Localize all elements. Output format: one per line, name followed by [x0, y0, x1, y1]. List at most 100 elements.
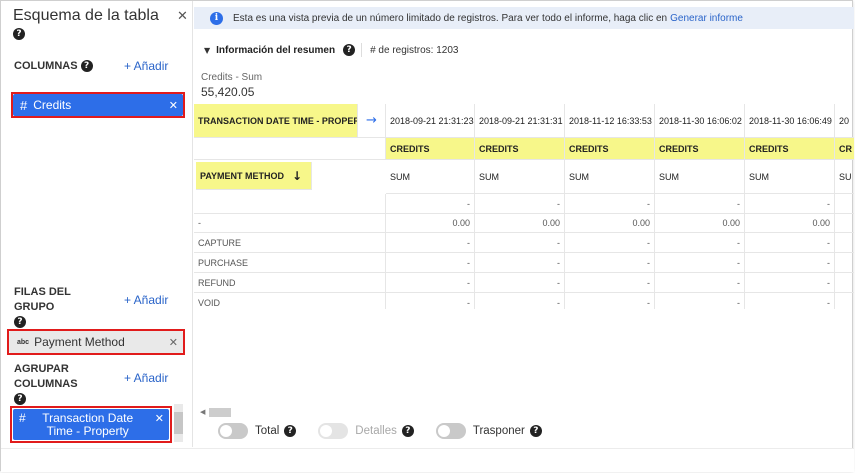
table-cell: - — [835, 213, 854, 233]
aggregation-header: SUM — [655, 160, 745, 194]
toggle-transpose-label: Trasponer — [472, 425, 525, 437]
help-icon[interactable]: ? — [80, 60, 93, 73]
measure-header[interactable]: CREDITS — [655, 138, 745, 160]
summary-bar: ▼ Información del resumen ? # de registr… — [194, 41, 854, 59]
help-icon[interactable]: ? — [401, 425, 414, 437]
table-cell: - — [475, 273, 565, 293]
toggle-details-switch — [318, 423, 349, 439]
table-cell: - — [475, 194, 565, 214]
aggregation-header: SUM — [745, 160, 835, 194]
info-icon: i — [210, 11, 223, 25]
table-cell: - — [386, 273, 475, 293]
sidebar-title: Esquema de la tabla ? — [13, 7, 159, 40]
column-date-header[interactable]: 2018-11-12 16:33:53 — [565, 104, 655, 138]
sort-down-icon[interactable]: ↓ — [292, 169, 302, 183]
report-preview: i Esta es una vista previa de un número … — [194, 1, 854, 447]
table-cell: - — [386, 194, 475, 214]
table-cell: 0.00 — [386, 213, 475, 233]
display-toggles: Total? Detalles? Trasponer? — [218, 423, 542, 439]
record-count: # de registros: 1203 — [370, 44, 459, 56]
table-cell: 0.00 — [655, 213, 745, 233]
column-date-header[interactable]: 2018-11-30 16:06:49 — [745, 104, 835, 138]
arrow-right-icon[interactable]: → — [358, 104, 386, 138]
scroll-left-icon[interactable]: ◀ — [200, 408, 205, 416]
measure-header[interactable]: CREDITS — [475, 138, 565, 160]
column-field-label: TRANSACTION DATE TIME - PROPERTY — [198, 115, 358, 126]
add-group-row-button[interactable]: + Añadir — [124, 293, 168, 307]
row-field-header[interactable]: PAYMENT METHOD ↓ — [196, 162, 312, 190]
footer-bar — [1, 448, 854, 472]
report-window: Esquema de la tabla ? ✕ COLUMNAS ? + Aña… — [0, 0, 854, 472]
table-cell: - — [386, 233, 475, 253]
summary-toggle[interactable]: Información del resumen — [216, 45, 335, 56]
info-message: Esta es una vista previa de un número li… — [233, 12, 668, 24]
table-cell: - — [745, 194, 835, 214]
table-cell: - — [835, 233, 854, 253]
toggle-total-switch[interactable] — [218, 423, 248, 439]
table-cell: - — [745, 233, 835, 253]
table-cell: - — [655, 273, 745, 293]
help-icon[interactable]: ? — [343, 44, 356, 56]
table-cell: - — [475, 233, 565, 253]
table-cell: - — [655, 194, 745, 214]
info-banner: i Esta es una vista previa de un número … — [194, 7, 854, 29]
table-cell: - — [475, 253, 565, 273]
row-label: - — [194, 213, 386, 233]
row-label: PURCHASE — [194, 253, 386, 273]
row-label: VOID — [194, 293, 386, 309]
table-cell: - — [835, 273, 854, 293]
row-label — [194, 194, 386, 214]
group-columns-section-heading: AGRUPAR COLUMNAS ? — [14, 363, 78, 406]
measure-header[interactable]: CREDITS — [386, 138, 475, 160]
horizontal-scrollbar[interactable]: ◀ — [200, 408, 850, 417]
table-cell: - — [475, 293, 565, 309]
column-field-header[interactable]: TRANSACTION DATE TIME - PROPERTY — [194, 104, 358, 138]
pivot-table: TRANSACTION DATE TIME - PROPERTY → PAYMENT… — [194, 104, 854, 309]
table-cell: - — [835, 293, 854, 309]
divider — [361, 43, 363, 57]
column-date-header[interactable]: 2018-09-21 21:31:23 — [386, 104, 475, 138]
help-icon[interactable]: ? — [14, 393, 26, 406]
table-cell: - — [835, 194, 854, 214]
row-label: CAPTURE — [194, 233, 386, 253]
toggle-transpose-switch[interactable] — [435, 423, 466, 439]
chevron-down-icon[interactable]: ▼ — [204, 46, 210, 55]
measure-header[interactable]: CR — [835, 138, 854, 160]
help-icon[interactable]: ? — [284, 425, 297, 437]
group-rows-section-heading: FILAS DEL GRUPO ? — [14, 286, 71, 329]
table-cell: - — [565, 194, 655, 214]
add-column-button[interactable]: + Añadir — [124, 59, 168, 73]
table-cell: - — [386, 253, 475, 273]
empty-header-cell — [194, 138, 386, 160]
close-sidebar-icon[interactable]: ✕ — [177, 9, 188, 24]
table-cell: 0.00 — [565, 213, 655, 233]
column-date-header[interactable]: 20 — [835, 104, 854, 138]
column-date-header[interactable]: 2018-09-21 21:31:31 — [475, 104, 565, 138]
toggle-details-label: Detalles — [355, 425, 397, 437]
measure-header[interactable]: CREDITS — [565, 138, 655, 160]
table-cell: - — [565, 293, 655, 309]
toggle-total-label: Total — [255, 425, 280, 437]
table-cell: - — [655, 233, 745, 253]
aggregation-header: SU — [835, 160, 854, 194]
scrollbar-thumb[interactable] — [174, 412, 183, 434]
column-date-header[interactable]: 2018-11-30 16:06:02 — [655, 104, 745, 138]
columns-section-heading: COLUMNAS ? — [14, 59, 93, 74]
help-icon[interactable]: ? — [13, 27, 25, 40]
help-icon[interactable]: ? — [529, 425, 542, 437]
add-group-column-button[interactable]: + Añadir — [124, 371, 168, 385]
aggregation-header: SUM — [565, 160, 655, 194]
highlight-frame — [7, 329, 185, 355]
measure-header[interactable]: CREDITS — [745, 138, 835, 160]
scrollbar-thumb[interactable] — [209, 408, 231, 417]
aggregation-header: SUM — [386, 160, 475, 194]
table-cell: - — [565, 233, 655, 253]
table-cell: - — [745, 253, 835, 273]
metric-label: Credits - Sum — [201, 72, 263, 83]
sidebar-scrollbar[interactable] — [174, 404, 183, 442]
table-cell: - — [565, 273, 655, 293]
table-cell: 0.00 — [475, 213, 565, 233]
table-cell: - — [655, 293, 745, 309]
help-icon[interactable]: ? — [14, 316, 26, 329]
generate-report-link[interactable]: Generar informe — [670, 13, 743, 24]
